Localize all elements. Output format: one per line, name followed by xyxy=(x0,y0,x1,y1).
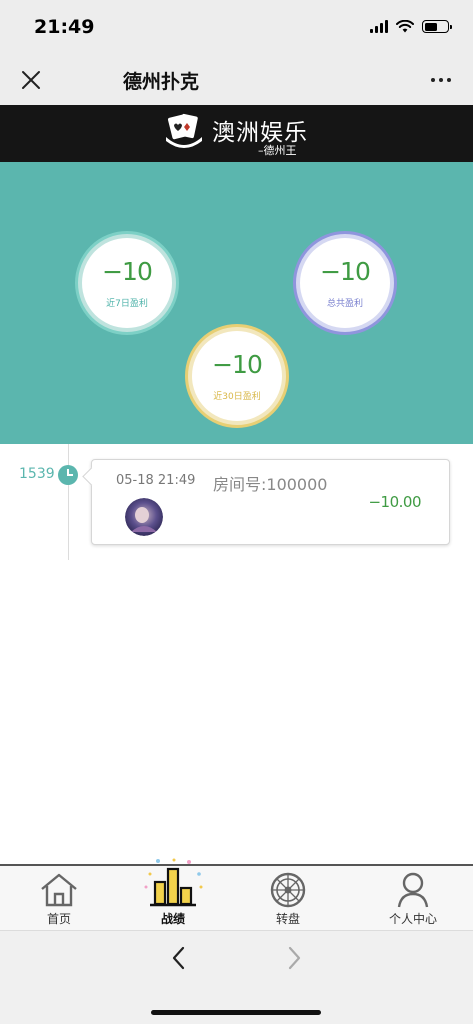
user-icon xyxy=(397,872,429,908)
more-icon[interactable] xyxy=(431,78,451,82)
status-icons xyxy=(370,20,452,33)
home-indicator xyxy=(151,1010,321,1015)
page-title: 德州扑克 xyxy=(123,71,200,93)
back-icon[interactable] xyxy=(170,945,188,971)
brand-banner: 澳洲娱乐 –德州王 xyxy=(0,105,473,162)
battery-icon xyxy=(422,20,452,33)
tab-wheel[interactable]: 转盘 xyxy=(229,866,347,930)
stat-30day-profit: −10 近30日盈利 xyxy=(185,324,289,428)
nav-bar: 德州扑克 xyxy=(0,56,473,105)
stats-panel: −10 近7日盈利 −10 总共盈利 −10 近30日盈利 xyxy=(0,162,473,444)
tab-bar: 首页 战绩 转盘 个人中心 xyxy=(0,858,473,930)
stat-total-label: 总共盈利 xyxy=(326,299,363,309)
tab-record[interactable]: 战绩 xyxy=(114,858,232,930)
stat-30day-value: −10 xyxy=(212,350,263,379)
avatar xyxy=(125,498,163,536)
tab-user-label: 个人中心 xyxy=(388,912,437,926)
tab-record-label: 战绩 xyxy=(160,912,185,926)
close-icon[interactable] xyxy=(20,69,42,91)
signal-icon xyxy=(370,20,388,33)
clock-icon xyxy=(58,465,78,485)
bar-chart-icon xyxy=(144,858,203,907)
record-id: 1539 xyxy=(19,466,55,482)
tab-home-label: 首页 xyxy=(46,912,71,926)
stat-7day-label: 近7日盈利 xyxy=(106,299,148,309)
wheel-icon xyxy=(270,872,306,908)
home-icon xyxy=(41,873,77,907)
record-time: 05-18 21:49 xyxy=(116,473,196,488)
wifi-icon xyxy=(396,20,414,33)
stat-7day-profit: −10 近7日盈利 xyxy=(75,231,179,335)
timeline-line xyxy=(68,444,69,560)
stat-total-value: −10 xyxy=(320,257,371,286)
forward-icon[interactable] xyxy=(285,945,303,971)
stat-total-profit: −10 总共盈利 xyxy=(293,231,397,335)
status-bar: 21:49 xyxy=(0,0,473,56)
brand-subtitle: –德州王 xyxy=(258,144,297,157)
stat-30day-label: 近30日盈利 xyxy=(213,392,261,402)
tab-user[interactable]: 个人中心 xyxy=(354,866,472,930)
record-room: 房间号:100000 xyxy=(213,475,328,494)
stat-7day-value: −10 xyxy=(102,257,153,286)
tab-home[interactable]: 首页 xyxy=(0,866,118,930)
record-card[interactable]: 05-18 21:49 房间号:100000 −10.00 xyxy=(91,459,450,545)
cards-logo-icon xyxy=(166,113,202,148)
browser-bar xyxy=(0,930,473,1024)
status-time: 21:49 xyxy=(34,16,95,38)
record-amount: −10.00 xyxy=(368,493,421,511)
tab-wheel-label: 转盘 xyxy=(275,912,300,926)
